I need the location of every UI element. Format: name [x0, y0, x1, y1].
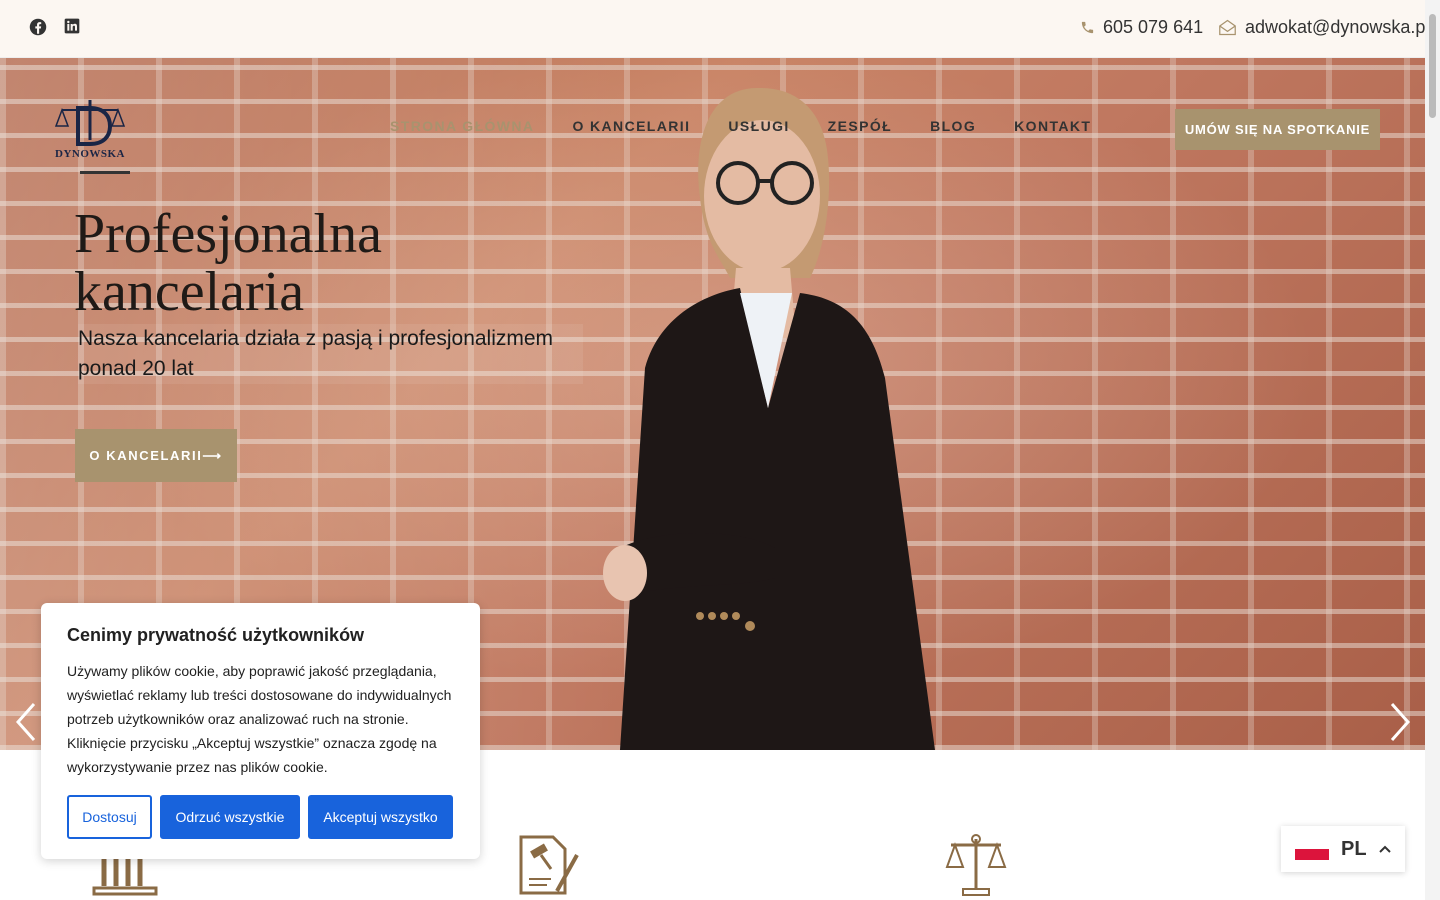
hero-title-line-2: kancelaria — [74, 261, 305, 323]
phone-contact[interactable]: 605 079 641 — [1080, 17, 1203, 38]
nav-item-o-kancelarii[interactable]: O KANCELARII — [572, 118, 690, 134]
scrollbar-thumb[interactable] — [1429, 14, 1436, 118]
page-scrollbar[interactable] — [1425, 0, 1440, 900]
slider-next-arrow-icon[interactable] — [1386, 700, 1414, 744]
poland-flag-icon — [1295, 838, 1329, 860]
chevron-up-icon — [1378, 845, 1391, 853]
top-bar: 605 079 641 adwokat@dynowska.pl — [0, 0, 1440, 58]
hero-title: Profesjonalna kancelaria — [74, 205, 594, 321]
cookie-accept-button[interactable]: Akceptuj wszystko — [308, 795, 453, 839]
nav-item-kontakt[interactable]: KONTAKT — [1014, 118, 1091, 134]
logo-underline — [80, 171, 130, 174]
about-firm-button[interactable]: O KANCELARII⟶ — [75, 429, 237, 482]
envelope-icon — [1219, 19, 1236, 36]
facebook-icon[interactable] — [29, 18, 49, 38]
linkedin-icon[interactable] — [64, 18, 84, 38]
cookie-title: Cenimy prywatność użytkowników — [67, 625, 365, 645]
email-address[interactable]: adwokat@dynowska.pl — [1245, 17, 1429, 38]
legal-document-icon — [519, 835, 579, 895]
cookie-consent-dialog: Cenimy prywatność użytkowników Używamy p… — [41, 603, 480, 859]
logo-text: DYNOWSKA — [55, 148, 126, 160]
phone-number[interactable]: 605 079 641 — [1103, 17, 1203, 38]
language-code: PL — [1341, 837, 1367, 860]
phone-icon — [1081, 21, 1094, 34]
slider-prev-arrow-icon[interactable] — [12, 700, 40, 744]
email-contact[interactable]: adwokat@dynowska.pl — [1218, 17, 1429, 38]
scales-of-justice-icon — [945, 834, 1007, 896]
cookie-reject-button[interactable]: Odrzuć wszystkie — [160, 795, 300, 839]
hero-title-line-1: Profesjonalna — [74, 203, 382, 265]
nav-item-strona-glowna[interactable]: STRONA GŁÓWNA — [390, 118, 534, 134]
nav-item-zespol[interactable]: ZESPÓŁ — [828, 118, 892, 134]
book-appointment-button[interactable]: UMÓW SIĘ NA SPOTKANIE — [1175, 109, 1380, 150]
hero-subtitle: Nasza kancelaria działa z pasją i profes… — [78, 324, 583, 384]
nav-item-uslugi[interactable]: USŁUGI — [728, 118, 789, 134]
cookie-text: Używamy plików cookie, aby poprawić jako… — [67, 663, 452, 775]
nav-item-blog[interactable]: BLOG — [930, 118, 976, 134]
language-switcher[interactable]: PL — [1281, 826, 1405, 872]
cookie-customize-button[interactable]: Dostosuj — [67, 795, 152, 839]
main-nav: STRONA GŁÓWNA O KANCELARII USŁUGI ZESPÓŁ… — [390, 118, 1091, 134]
logo-mark[interactable] — [52, 96, 128, 176]
hero-portrait-image — [603, 87, 935, 750]
